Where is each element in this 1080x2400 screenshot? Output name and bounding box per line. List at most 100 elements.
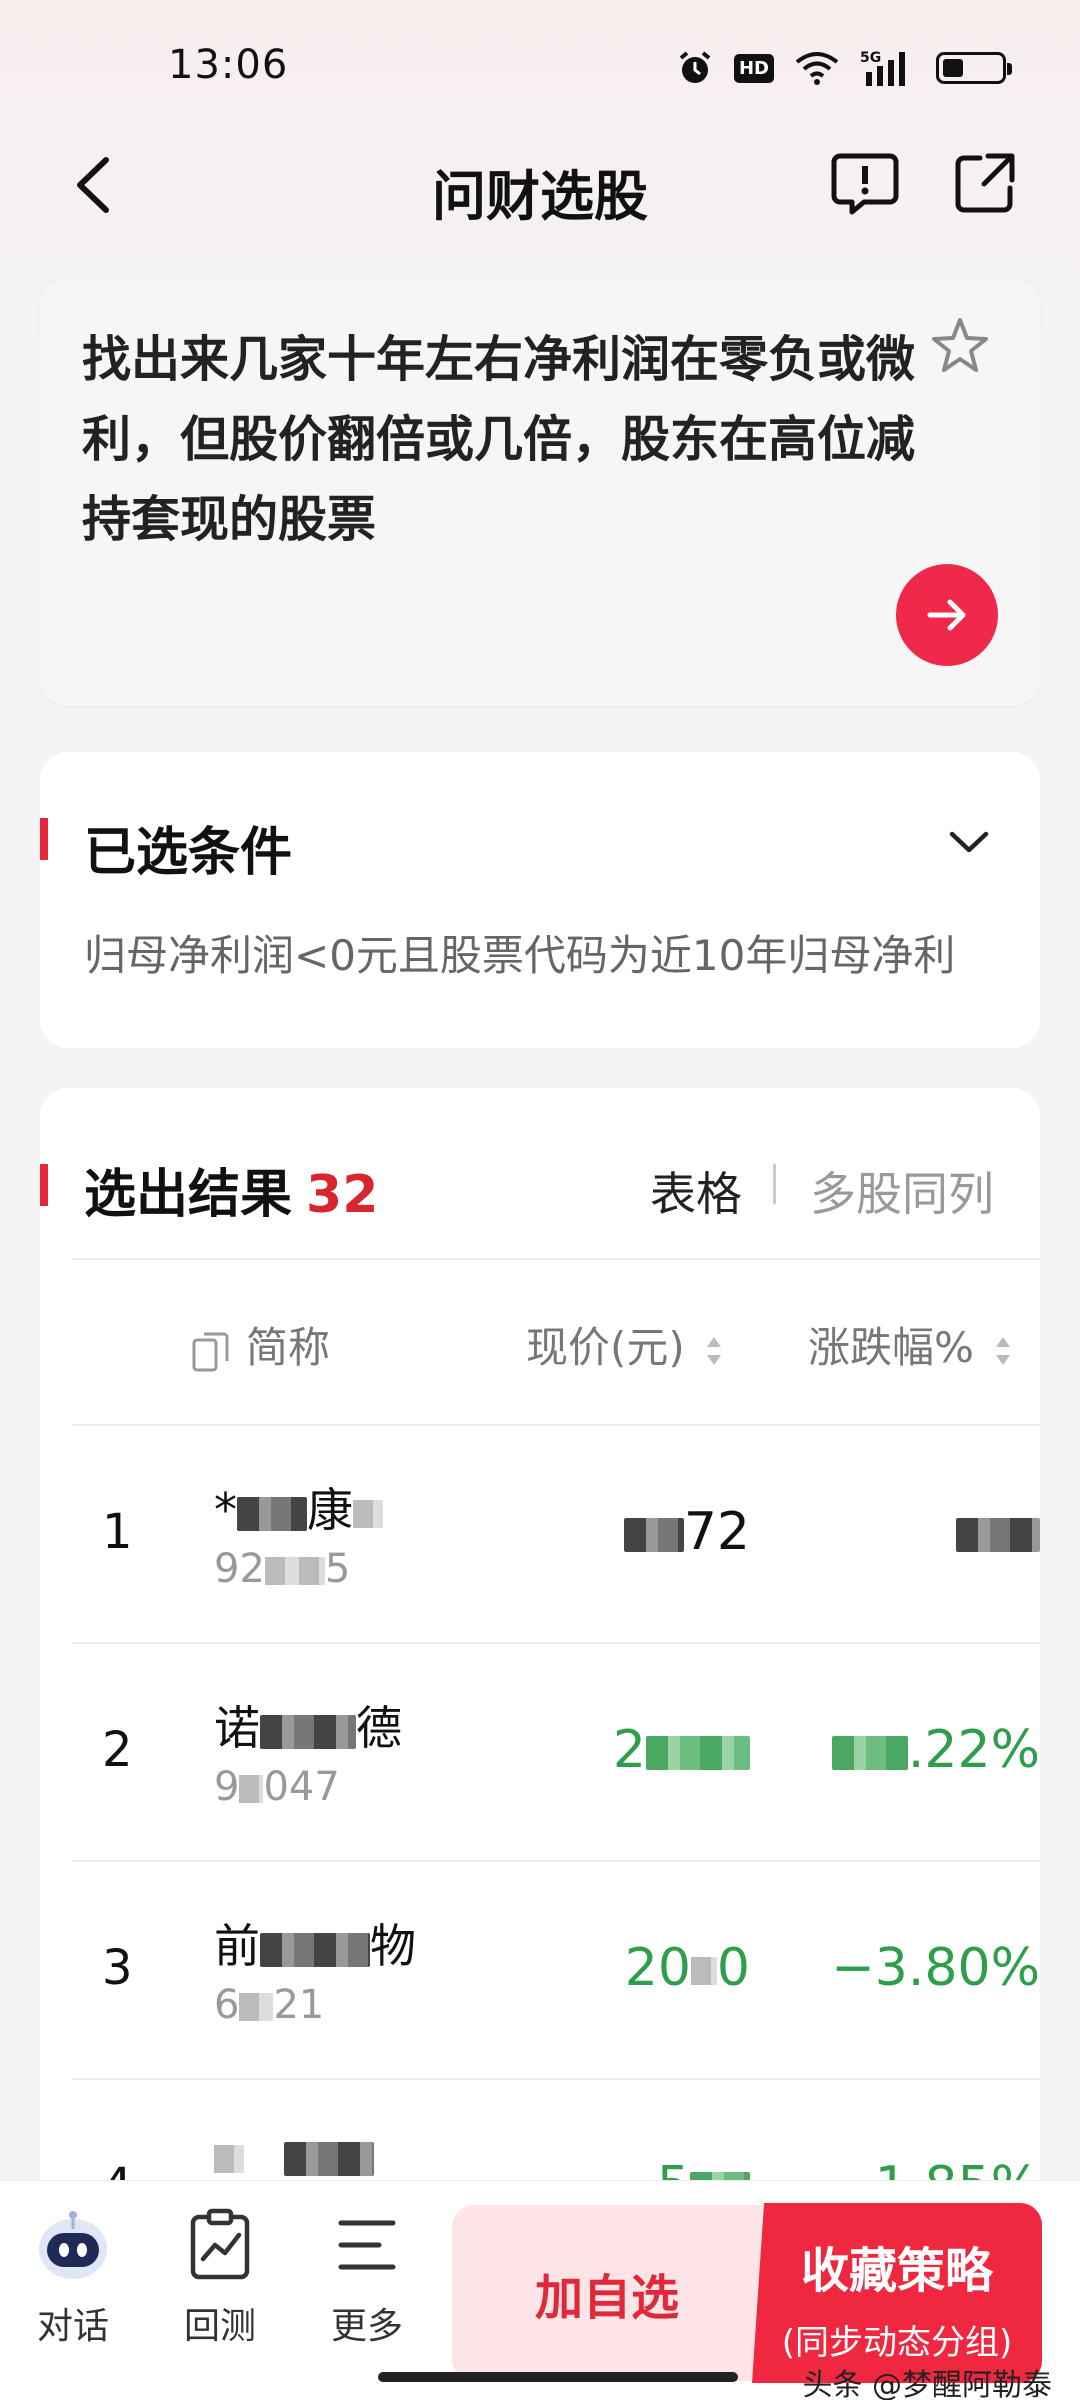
row-number: 3	[102, 1940, 133, 1996]
redacted-text	[690, 1957, 717, 1985]
row-number: 1	[102, 1504, 133, 1560]
redacted-text	[646, 1736, 750, 1770]
stock-code-part: 92	[214, 1546, 265, 1592]
stock-code-part: 6	[214, 1982, 240, 2028]
stock-name: 前物	[214, 1910, 416, 1976]
query-card[interactable]: 找出来几家十年左右净利润在零负或微利，但股价翻倍或几倍，股东在高位减持套现的股票	[40, 278, 1040, 706]
expand-conditions-button[interactable]	[944, 818, 994, 868]
hd-badge: HD	[733, 53, 774, 83]
alarm-icon	[676, 49, 714, 87]
stock-name-part: 诺	[214, 1701, 260, 1755]
redacted-text	[284, 2141, 374, 2176]
nav-more[interactable]: 更多	[312, 2205, 422, 2349]
stock-price-part: 72	[683, 1502, 750, 1562]
conditions-card: 已选条件 归母净利润<0元且股票代码为近10年归母净利	[40, 752, 1040, 1048]
star-icon	[932, 318, 988, 372]
nav-chat[interactable]: 对话	[18, 2205, 128, 2349]
robot-icon	[33, 2205, 113, 2285]
redacted-text	[956, 1518, 1040, 1552]
divider	[72, 1258, 1040, 1260]
watermark: 头条 @梦醒阿勒泰	[802, 2368, 1052, 2400]
redacted-text	[831, 1736, 908, 1770]
stock-name-part: 德	[356, 1701, 402, 1755]
stock-name-part: 物	[370, 1919, 416, 1973]
view-separator	[773, 1164, 776, 1204]
conditions-title: 已选条件	[84, 823, 293, 883]
submit-query-button[interactable]	[896, 564, 998, 666]
header: 问财选股	[0, 130, 1080, 240]
section-accent	[40, 1164, 48, 1206]
wifi-icon	[794, 50, 840, 86]
redacted-text	[239, 1775, 264, 1803]
table-row[interactable]: 1 * 康 92 5 72	[72, 1426, 1040, 1642]
favorite-button[interactable]	[928, 314, 992, 378]
stock-code-part: 21	[273, 1982, 325, 2028]
stock-name: * 康	[214, 1474, 383, 1540]
column-price-label: 现价(元)	[526, 1323, 685, 1372]
share-button[interactable]	[950, 148, 1020, 218]
nav-chat-label: 对话	[36, 2306, 109, 2347]
feedback-button[interactable]	[830, 148, 900, 218]
nav-backtest[interactable]: 回测	[165, 2205, 275, 2349]
query-text[interactable]: 找出来几家十年左右净利润在零负或微利，但股价翻倍或几倍，股东在高位减持套现的股票	[82, 320, 942, 560]
results-count: 32	[306, 1165, 379, 1225]
stock-price-part: 0	[716, 1938, 750, 1998]
table-row[interactable]: 2 诺德 9 047 2 .22%	[72, 1644, 1040, 1860]
redacted-text	[264, 1557, 325, 1585]
battery-icon	[936, 52, 1012, 84]
save-strategy-label: 收藏策略	[800, 2243, 993, 2299]
view-table-tab[interactable]: 表格	[650, 1158, 742, 1224]
column-header-change[interactable]: 涨跌幅%	[808, 1314, 1013, 1375]
stock-name	[214, 2128, 374, 2182]
redacted-text	[239, 1993, 274, 2021]
signal-5g-icon: 5G	[860, 48, 916, 88]
stock-code: 6 21	[214, 1982, 324, 2028]
stock-price: 2	[613, 1720, 750, 1780]
section-accent	[40, 818, 48, 860]
status-bar: 13:06 HD 5G	[0, 0, 1080, 130]
save-strategy-button[interactable]: 收藏策略 (同步动态分组)	[752, 2203, 1042, 2383]
menu-icon	[327, 2205, 407, 2285]
redacted-text	[353, 1499, 383, 1528]
share-icon	[955, 153, 1015, 213]
sort-icon	[707, 1336, 722, 1365]
redacted-text	[623, 1518, 684, 1552]
column-header-name[interactable]: 简称	[190, 1314, 330, 1375]
nav-more-label: 更多	[330, 2306, 403, 2347]
stock-change	[956, 1502, 1040, 1562]
network-label: 5G	[860, 50, 881, 66]
table-row[interactable]: 3 前物 6 21 20 0 −3.80%	[72, 1862, 1040, 2078]
stock-code-part: 047	[263, 1764, 340, 1810]
chevron-down-icon	[949, 831, 989, 853]
stock-price: 72	[623, 1502, 750, 1562]
home-indicator[interactable]	[378, 2372, 738, 2382]
redacted-text	[237, 1496, 307, 1531]
feedback-icon	[831, 153, 899, 215]
stock-name: 诺德	[214, 1692, 402, 1758]
column-change-label: 涨跌幅%	[808, 1323, 974, 1372]
stock-name-part: *	[214, 1483, 237, 1537]
save-strategy-sublabel: (同步动态分组)	[781, 2323, 1013, 2363]
conditions-text: 归母净利润<0元且股票代码为近10年归母净利	[84, 931, 956, 980]
status-icons: HD 5G	[676, 48, 1012, 88]
arrow-right-icon	[927, 599, 966, 631]
row-number: 2	[102, 1722, 133, 1778]
copy-icon	[192, 1332, 229, 1371]
stock-change: .22%	[831, 1720, 1040, 1780]
stock-code: 92 5	[214, 1546, 350, 1592]
stock-change-part: .22%	[907, 1720, 1040, 1780]
status-time: 13:06	[168, 42, 289, 88]
page-title: 问财选股	[432, 165, 648, 228]
column-header-price[interactable]: 现价(元)	[526, 1314, 724, 1375]
redacted-text	[260, 1932, 370, 1967]
stock-price-part: 20	[624, 1938, 691, 1998]
stock-code-part: 5	[324, 1546, 351, 1592]
redacted-text	[214, 2144, 244, 2173]
battery-fill	[943, 59, 963, 77]
stock-change: −3.80%	[831, 1938, 1040, 1998]
stock-name-part: 康	[307, 1483, 353, 1537]
redacted-text	[260, 1714, 356, 1749]
stock-price-part: 2	[612, 1720, 646, 1780]
add-watchlist-button[interactable]: 加自选	[452, 2205, 762, 2381]
view-multi-tab[interactable]: 多股同列	[810, 1158, 994, 1224]
